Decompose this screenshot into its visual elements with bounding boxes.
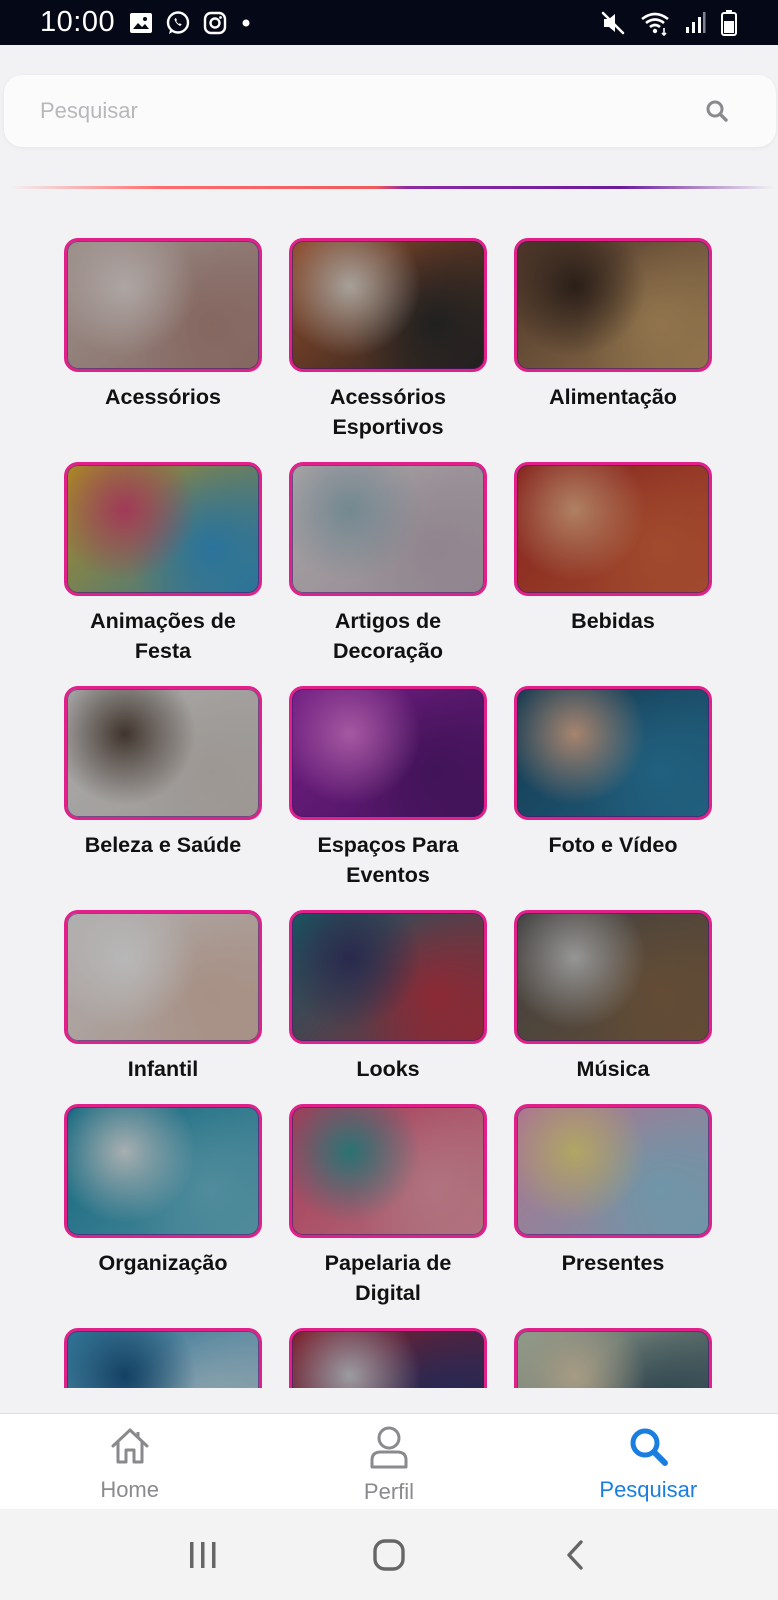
search-icon[interactable] [702, 96, 732, 126]
category-label: Alimentação [549, 385, 677, 409]
category-label: Música [576, 1057, 650, 1081]
nav-pesquisar-label: Pesquisar [599, 1477, 698, 1502]
status-bar: 10:00 [0, 0, 778, 45]
signal-icon [684, 11, 706, 35]
wifi-icon [640, 10, 670, 36]
category-item[interactable]: Música [514, 910, 712, 1104]
category-item[interactable]: Looks [289, 910, 487, 1104]
gradient-divider [8, 186, 774, 189]
category-item[interactable]: Infantil [64, 910, 262, 1104]
category-label: Acessórios [105, 385, 221, 409]
category-image [289, 1328, 487, 1388]
category-item[interactable]: Papelaria de Digital [289, 1104, 487, 1328]
category-label: Presentes [561, 1251, 665, 1275]
category-label: Beleza e Saúde [84, 833, 242, 857]
nav-perfil-label: Perfil [363, 1479, 415, 1504]
category-image [289, 910, 487, 1044]
home-circle-icon[interactable] [359, 1525, 419, 1585]
category-item[interactable]: Foto e Vídeo [514, 686, 712, 910]
category-image [514, 910, 712, 1044]
category-item[interactable]: Beleza e Saúde [64, 686, 262, 910]
back-icon[interactable] [545, 1525, 605, 1585]
category-item[interactable]: Alimentação [514, 238, 712, 462]
category-image [64, 1328, 262, 1388]
category-image [514, 1328, 712, 1388]
category-image [64, 686, 262, 820]
instagram-icon [203, 11, 227, 35]
category-item[interactable]: Presentes [514, 1104, 712, 1328]
category-image [514, 462, 712, 596]
category-item[interactable]: Acessórios Esportivos [289, 238, 487, 462]
battery-icon [720, 9, 738, 37]
category-image [64, 910, 262, 1044]
category-image [289, 686, 487, 820]
category-label: Foto e Vídeo [548, 833, 678, 857]
category-label: Acessórios Esportivos [330, 385, 446, 439]
category-image [64, 238, 262, 372]
status-time: 10:00 [40, 6, 116, 38]
category-item[interactable]: Espaços Para Eventos [289, 686, 487, 910]
home-icon [108, 1424, 152, 1473]
category-item[interactable]: Bebidas [514, 462, 712, 686]
category-label: Espaços Para Eventos [317, 833, 459, 887]
nav-home-label: Home [100, 1477, 159, 1502]
category-label: Artigos de Decoração [333, 609, 443, 663]
search-bar [4, 75, 776, 147]
category-label: Organização [98, 1251, 228, 1275]
dot-icon [239, 16, 253, 30]
category-image [514, 1104, 712, 1238]
category-label: Papelaria de Digital [324, 1251, 452, 1305]
category-image [64, 1104, 262, 1238]
user-icon [367, 1424, 411, 1475]
category-list[interactable]: Acessórios Acessórios Esportivos Alimentaç… [0, 228, 778, 1388]
image-icon [129, 12, 153, 34]
mute-icon [600, 10, 626, 36]
search-input[interactable] [40, 98, 702, 124]
system-nav [0, 1509, 778, 1600]
nav-pesquisar[interactable]: Pesquisar [519, 1414, 778, 1509]
nav-home[interactable]: Home [0, 1414, 259, 1509]
category-grid: Acessórios Acessórios Esportivos Alimentaç… [64, 238, 712, 1388]
category-item[interactable] [289, 1328, 487, 1388]
category-item[interactable]: Organização [64, 1104, 262, 1328]
category-item[interactable] [514, 1328, 712, 1388]
category-image [514, 686, 712, 820]
category-image [289, 462, 487, 596]
category-image [514, 238, 712, 372]
category-label: Looks [356, 1057, 420, 1081]
category-item[interactable]: Artigos de Decoração [289, 462, 487, 686]
category-image [64, 462, 262, 596]
category-image [289, 238, 487, 372]
category-item[interactable]: Acessórios [64, 238, 262, 462]
recent-apps-icon[interactable] [173, 1525, 233, 1585]
category-label: Bebidas [571, 609, 655, 633]
category-label: Infantil [127, 1057, 199, 1081]
bottom-nav: Home Perfil Pesquisar [0, 1413, 778, 1509]
whatsapp-icon [165, 10, 191, 36]
category-item[interactable]: Animações de Festa [64, 462, 262, 686]
nav-perfil[interactable]: Perfil [259, 1414, 518, 1509]
category-item[interactable] [64, 1328, 262, 1388]
category-label: Animações de Festa [90, 609, 236, 663]
category-image [289, 1104, 487, 1238]
search-icon [626, 1424, 670, 1473]
